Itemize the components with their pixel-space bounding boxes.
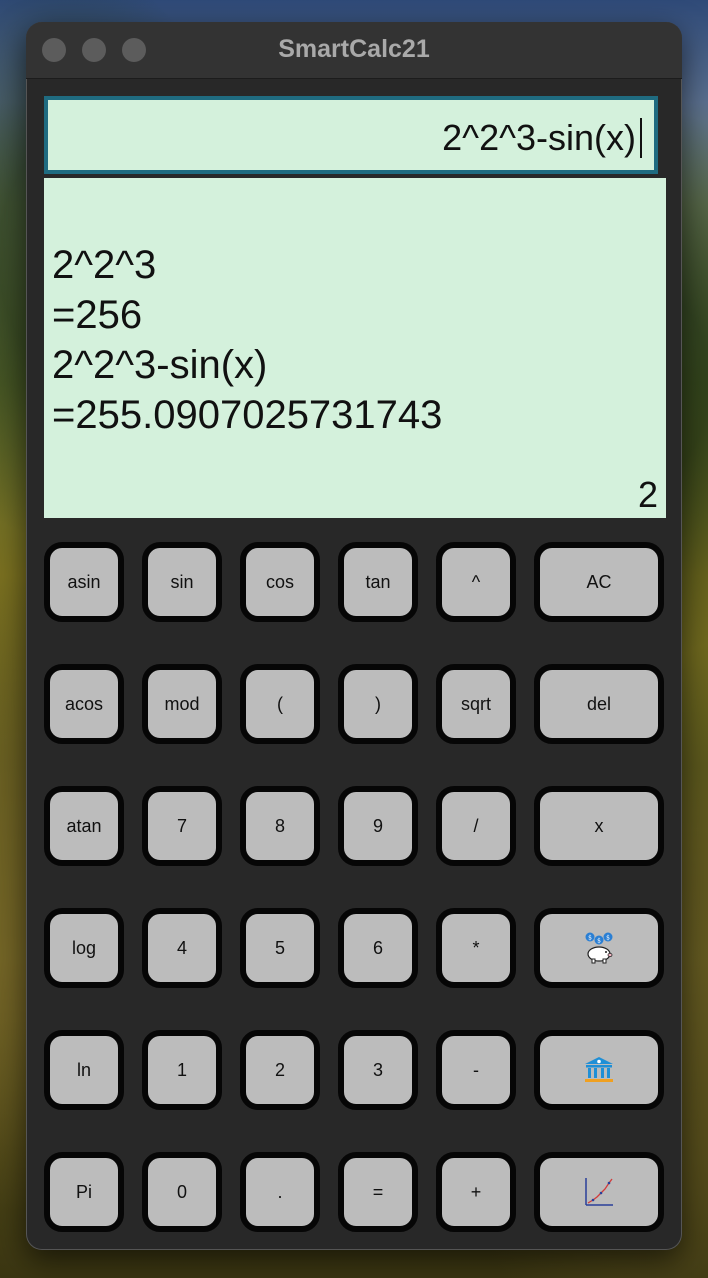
bank-icon — [585, 1057, 613, 1082]
clear-all-button[interactable]: AC — [534, 542, 664, 622]
history-line: =255.0907025731743 — [52, 393, 443, 437]
digit-2-button[interactable]: 2 — [240, 1030, 320, 1110]
close-paren-button[interactable]: ) — [338, 664, 418, 744]
sin-button[interactable]: sin — [142, 542, 222, 622]
history-line: 2^2^3-sin(x) — [52, 343, 268, 387]
digit-6-button[interactable]: 6 — [338, 908, 418, 988]
svg-text:$: $ — [606, 935, 610, 942]
plus-button[interactable]: + — [436, 1152, 516, 1232]
ln-button[interactable]: ln — [44, 1030, 124, 1110]
open-paren-button[interactable]: ( — [240, 664, 320, 744]
multiply-button[interactable]: * — [436, 908, 516, 988]
pi-button[interactable]: Pi — [44, 1152, 124, 1232]
svg-text:$: $ — [597, 938, 601, 945]
digit-9-button[interactable]: 9 — [338, 786, 418, 866]
title-bar: SmartCalc21 — [26, 22, 682, 79]
minus-button[interactable]: - — [436, 1030, 516, 1110]
equals-button[interactable]: = — [338, 1152, 418, 1232]
graph-button[interactable] — [534, 1152, 664, 1232]
variable-x-button[interactable]: x — [534, 786, 664, 866]
log-button[interactable]: log — [44, 908, 124, 988]
window-title: SmartCalc21 — [278, 35, 430, 63]
digit-1-button[interactable]: 1 — [142, 1030, 222, 1110]
tan-button[interactable]: tan — [338, 542, 418, 622]
history-line: =256 — [52, 293, 143, 337]
power-button[interactable]: ^ — [436, 542, 516, 622]
acos-button[interactable]: acos — [44, 664, 124, 744]
cos-button[interactable]: cos — [240, 542, 320, 622]
atan-button[interactable]: atan — [44, 786, 124, 866]
digit-7-button[interactable]: 7 — [142, 786, 222, 866]
digit-8-button[interactable]: 8 — [240, 786, 320, 866]
deposit-calculator-button[interactable] — [534, 1030, 664, 1110]
sqrt-button[interactable]: sqrt — [436, 664, 516, 744]
history-display: 2^2^3 =256 2^2^3-sin(x) =255.09070257317… — [44, 178, 666, 518]
divide-button[interactable]: / — [436, 786, 516, 866]
digit-4-button[interactable]: 4 — [142, 908, 222, 988]
mod-button[interactable]: mod — [142, 664, 222, 744]
digit-3-button[interactable]: 3 — [338, 1030, 418, 1110]
asin-button[interactable]: asin — [44, 542, 124, 622]
svg-text:$: $ — [588, 935, 592, 942]
graph-icon — [585, 1178, 613, 1206]
delete-button[interactable]: del — [534, 664, 664, 744]
digit-5-button[interactable]: 5 — [240, 908, 320, 988]
digit-0-button[interactable]: 0 — [142, 1152, 222, 1232]
history-line: 2^2^3 — [52, 243, 157, 287]
expression-text: 2^2^3-sin(x) — [442, 118, 642, 158]
expression-input[interactable]: 2^2^3-sin(x) — [44, 96, 658, 174]
history-lines: 2^2^3 =256 2^2^3-sin(x) =255.09070257317… — [52, 240, 442, 440]
piggy-bank-icon: $ $ $ — [585, 932, 613, 964]
credit-calculator-button[interactable]: $ $ $ — [534, 908, 664, 988]
calculator-window: SmartCalc21 2^2^3-sin(x) 2^2^3 =256 2^2^… — [26, 22, 682, 1250]
history-counter: 2 — [637, 474, 658, 515]
decimal-point-button[interactable]: . — [240, 1152, 320, 1232]
